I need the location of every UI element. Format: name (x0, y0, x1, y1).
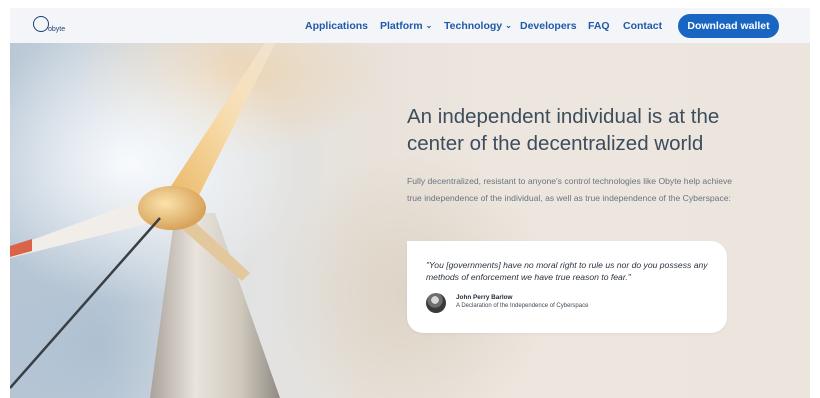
nav-platform-label: Platform (380, 19, 423, 32)
nav-technology-label: Technology (444, 19, 503, 32)
hero-description: Fully decentralized, resistant to anyone… (407, 176, 733, 203)
nav-platform[interactable]: Platform ⌄ (380, 8, 432, 43)
nav-contact-label: Contact (623, 19, 663, 32)
nav-applications[interactable]: Applications (305, 8, 368, 43)
download-wallet-button[interactable]: Download wallet (678, 14, 779, 38)
author-avatar (426, 293, 446, 313)
hero-title: An independent individual is at the cent… (407, 105, 720, 155)
quote-author: John Perry Barlow (456, 294, 513, 301)
page-frame: obyte Applications Platform ⌄ Technology… (10, 8, 810, 398)
nav-faq[interactable]: FAQ (588, 8, 610, 43)
nav-applications-label: Applications (305, 19, 369, 32)
hero-section: An independent individual is at the cent… (10, 43, 810, 398)
nav-technology[interactable]: Technology ⌄ (444, 8, 512, 43)
quote-text: "You [governments] have no moral right t… (426, 260, 708, 282)
nav-developers-label: Developers (520, 19, 577, 32)
logo-wordmark: obyte (48, 26, 66, 33)
nav-developers[interactable]: Developers (520, 8, 577, 43)
site-header: obyte Applications Platform ⌄ Technology… (10, 8, 810, 43)
nav-contact[interactable]: Contact (623, 8, 662, 43)
chevron-down-icon: ⌄ (505, 21, 512, 30)
wind-turbine-image (10, 43, 280, 398)
quote-source: A Declaration of the Independence of Cyb… (456, 303, 589, 309)
quote-card: "You [governments] have no moral right t… (407, 241, 727, 333)
logo-ring-icon (33, 16, 49, 32)
obyte-logo[interactable]: obyte (33, 16, 73, 38)
chevron-down-icon: ⌄ (425, 21, 433, 30)
nav-faq-label: FAQ (588, 19, 610, 32)
